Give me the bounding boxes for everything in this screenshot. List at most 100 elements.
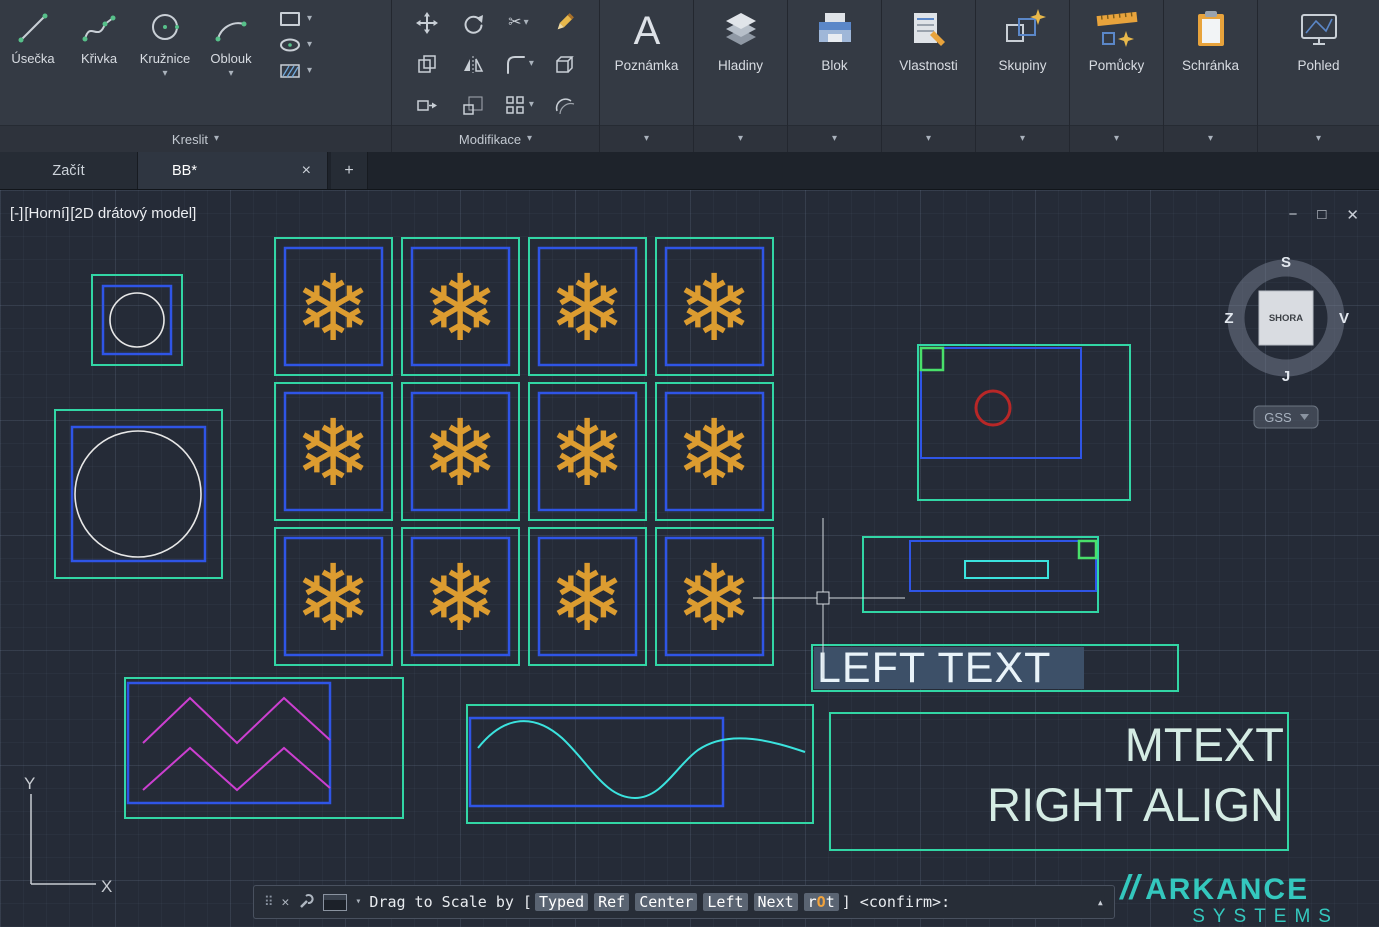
explode-tool-button[interactable] xyxy=(543,51,585,77)
customize-wrench-icon[interactable] xyxy=(297,893,315,911)
panel-pohled-expand-arrow[interactable]: ▾ xyxy=(1316,134,1321,144)
panel-blok-expand-arrow[interactable]: ▾ xyxy=(832,134,837,144)
panel-pohled[interactable]: Pohled ▾ xyxy=(1258,0,1379,152)
rect-object-top-right[interactable] xyxy=(918,345,1130,500)
circle-dropdown-arrow[interactable]: ▾ xyxy=(162,69,167,79)
hatch-tool-button[interactable]: ▾ xyxy=(278,62,312,80)
panel-modifikace-footer[interactable]: Modifikace ▾ xyxy=(392,125,599,152)
polyline-tool-button[interactable]: Křivka xyxy=(66,0,132,125)
offset-tool-button[interactable] xyxy=(543,92,585,118)
left-text-label: LEFT TEXT xyxy=(817,644,1051,692)
viewport-visual-style-control[interactable]: [2D drátový model] xyxy=(70,205,196,222)
close-icon[interactable]: ✕ xyxy=(1346,206,1359,224)
model-space-canvas[interactable]: ❄ xyxy=(0,190,1379,927)
panel-hladiny[interactable]: Hladiny ▾ xyxy=(694,0,788,152)
panel-pomucky-expand-arrow[interactable]: ▾ xyxy=(1114,134,1119,144)
panel-skupiny[interactable]: Skupiny ▾ xyxy=(976,0,1070,152)
panel-skupiny-expand-arrow[interactable]: ▾ xyxy=(1020,134,1025,144)
new-tab-button[interactable]: + xyxy=(331,152,368,189)
mirror-tool-button[interactable] xyxy=(452,51,494,77)
viewcube-west-label[interactable]: Z xyxy=(1224,310,1233,327)
option-next[interactable]: Next xyxy=(754,893,798,911)
watermark-brand: ARKANCE xyxy=(1145,874,1309,906)
modify-tool-grid: ✂ ▾ xyxy=(392,0,599,125)
line-tool-label: Úsečka xyxy=(11,51,54,66)
panel-kreslit: Úsečka Křivka Kružnice ▾ xyxy=(0,0,392,152)
arkance-watermark: // ARKANCE SYSTEMS xyxy=(1120,871,1339,927)
command-bar-grip[interactable]: ⠿ xyxy=(264,895,274,910)
stretch-tool-button[interactable] xyxy=(406,92,448,118)
command-bar-close-icon[interactable]: ✕ xyxy=(282,895,290,910)
left-text-object[interactable]: LEFT TEXT xyxy=(812,644,1178,692)
panel-modifikace: ✂ ▾ xyxy=(392,0,600,152)
arc-dropdown-arrow[interactable]: ▾ xyxy=(228,69,233,79)
recent-commands-arrow[interactable]: ▾ xyxy=(355,897,361,907)
trim-tool-button[interactable]: ✂ ▾ xyxy=(498,10,540,36)
minimize-icon[interactable]: − xyxy=(1289,206,1298,224)
panel-poznamka[interactable]: A Poznámka ▾ xyxy=(600,0,694,152)
panel-modifikace-title: Modifikace xyxy=(459,132,521,147)
erase-tool-button[interactable] xyxy=(543,10,585,36)
panel-pomucky[interactable]: Pomůcky ▾ xyxy=(1070,0,1164,152)
panel-blok[interactable]: Blok ▾ xyxy=(788,0,882,152)
panel-schranka-expand-arrow[interactable]: ▾ xyxy=(1208,134,1213,144)
square-circle-small[interactable] xyxy=(92,275,182,365)
hatch-dropdown-arrow[interactable]: ▾ xyxy=(307,66,312,76)
option-typed[interactable]: Typed xyxy=(535,893,588,911)
square-circle-large[interactable] xyxy=(55,410,222,578)
panel-kreslit-footer[interactable]: Kreslit ▾ xyxy=(0,125,391,152)
viewcube[interactable]: SHORA S Z V J xyxy=(1224,254,1349,385)
option-left[interactable]: Left xyxy=(703,893,747,911)
tab-drawing-bb[interactable]: BB* × xyxy=(138,152,328,189)
gss-control[interactable]: GSS xyxy=(1254,406,1318,428)
panel-kreslit-expand-arrow: ▾ xyxy=(214,134,219,144)
move-tool-button[interactable] xyxy=(406,10,448,36)
drawing-window-controls: − □ ✕ xyxy=(1289,206,1359,224)
rectangle-tool-button[interactable]: ▾ xyxy=(278,10,312,28)
option-rotate[interactable]: rOt xyxy=(804,893,839,911)
panel-blok-label: Blok xyxy=(821,58,847,73)
panel-vlastnosti-expand-arrow[interactable]: ▾ xyxy=(926,134,931,144)
command-prompt[interactable]: Drag to Scale by [ Typed Ref Center Left… xyxy=(369,893,950,911)
rotate-tool-button[interactable] xyxy=(452,10,494,36)
zigzag-object[interactable] xyxy=(125,678,403,818)
viewcube-north-label[interactable]: S xyxy=(1281,254,1291,271)
panel-kreslit-title: Kreslit xyxy=(172,132,208,147)
rectangle-dropdown-arrow[interactable]: ▾ xyxy=(307,14,312,24)
mtext-object[interactable]: MTEXT RIGHT ALIGN xyxy=(830,713,1288,850)
array-dropdown-arrow[interactable]: ▾ xyxy=(529,100,534,110)
option-ref[interactable]: Ref xyxy=(594,893,629,911)
option-center[interactable]: Center xyxy=(635,893,697,911)
restore-icon[interactable]: □ xyxy=(1317,206,1326,224)
ellipse-tool-button[interactable]: ▾ xyxy=(278,37,312,53)
array-tool-button[interactable]: ▾ xyxy=(498,92,540,118)
fillet-tool-button[interactable]: ▾ xyxy=(498,51,540,77)
copy-tool-button[interactable] xyxy=(406,51,448,77)
tab-start[interactable]: Začít xyxy=(0,152,138,189)
copy-icon xyxy=(415,52,439,76)
trim-dropdown-arrow[interactable]: ▾ xyxy=(524,18,529,28)
arc-tool-button[interactable]: Oblouk ▾ xyxy=(198,0,264,125)
fillet-dropdown-arrow[interactable]: ▾ xyxy=(529,59,534,69)
rectangle-icon xyxy=(278,10,302,28)
tab-close-icon[interactable]: × xyxy=(302,162,311,180)
ucs-y-label: Y xyxy=(24,774,35,793)
circle-tool-button[interactable]: Kružnice ▾ xyxy=(132,0,198,125)
line-tool-button[interactable]: Úsečka xyxy=(0,0,66,125)
panel-schranka[interactable]: Schránka ▾ xyxy=(1164,0,1258,152)
viewcube-south-label[interactable]: J xyxy=(1282,368,1290,385)
panel-hladiny-expand-arrow[interactable]: ▾ xyxy=(738,134,743,144)
scale-tool-button[interactable] xyxy=(452,92,494,118)
viewport-minimize-control[interactable]: [-] xyxy=(10,205,23,222)
panel-poznamka-expand-arrow[interactable]: ▾ xyxy=(644,134,649,144)
viewport-view-control[interactable]: [Horní] xyxy=(24,205,69,222)
ellipse-dropdown-arrow[interactable]: ▾ xyxy=(307,40,312,50)
command-line-bar[interactable]: ⠿ ✕ ▾ Drag to Scale by [ Typed Ref Cente… xyxy=(253,885,1115,919)
recent-commands-icon[interactable] xyxy=(323,894,347,911)
sine-wave-object[interactable] xyxy=(467,705,813,823)
command-history-arrow[interactable]: ▴ xyxy=(1097,895,1104,909)
panel-vlastnosti[interactable]: Vlastnosti ▾ xyxy=(882,0,976,152)
rect-object-mid-right[interactable] xyxy=(863,537,1098,612)
viewcube-east-label[interactable]: V xyxy=(1339,310,1349,327)
snowflake-tile-array[interactable] xyxy=(275,238,773,665)
